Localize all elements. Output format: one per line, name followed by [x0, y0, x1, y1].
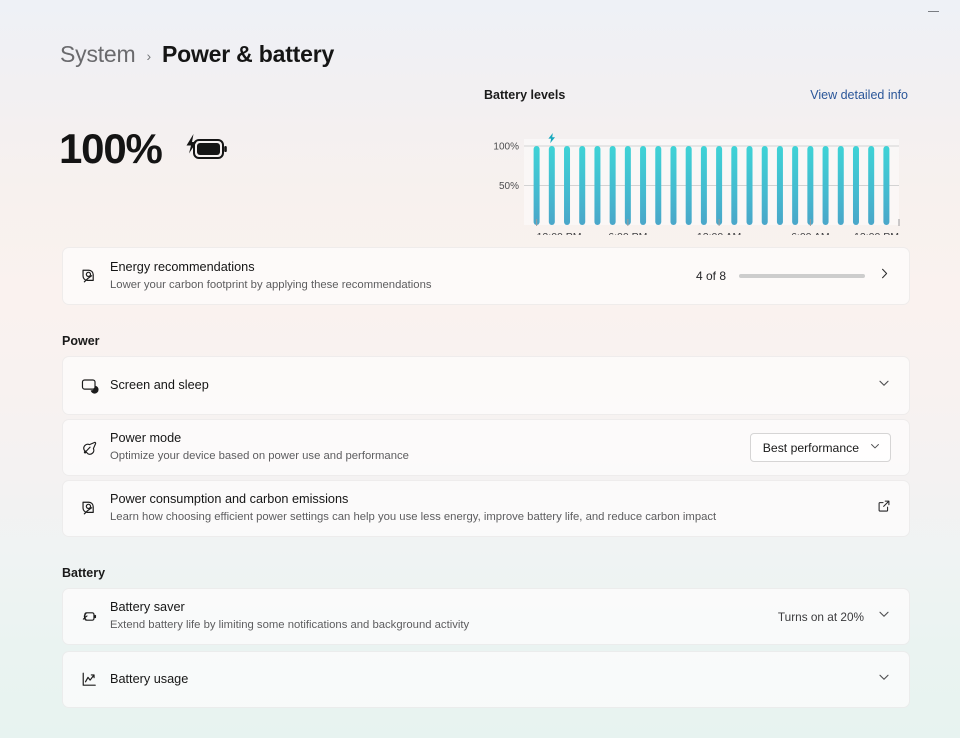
energy-recommendations-text: Energy recommendations Lower your carbon… — [110, 259, 696, 293]
energy-progress-bar — [739, 274, 865, 278]
leaf-eco-icon — [80, 267, 110, 286]
svg-text:6:00 AM: 6:00 AM — [791, 231, 830, 235]
power-mode-title: Power mode — [110, 431, 182, 446]
power-mode-dropdown[interactable]: Best performance — [749, 433, 891, 462]
svg-text:100%: 100% — [493, 142, 519, 153]
power-consumption-carbon-row[interactable]: Power consumption and carbon emissions L… — [62, 480, 910, 537]
energy-recommendations-subtitle: Lower your carbon footprint by applying … — [110, 278, 432, 291]
chevron-down-icon — [869, 440, 881, 455]
power-mode-subtitle: Optimize your device based on power use … — [110, 450, 409, 463]
chevron-down-icon[interactable] — [877, 376, 891, 395]
minimize-button[interactable] — [918, 2, 948, 20]
page-title: Power & battery — [161, 41, 335, 67]
power-mode-row[interactable]: Power mode Optimize your device based on… — [62, 419, 910, 476]
leaf-eco-icon — [80, 499, 110, 518]
chart-header: Battery levels View detailed info — [484, 88, 908, 105]
battery-usage-text: Battery usage — [110, 671, 877, 688]
power-consumption-carbon-subtitle: Learn how choosing efficient power setti… — [110, 511, 717, 524]
battery-saver-control: Turns on at 20% — [778, 607, 891, 626]
screen-and-sleep-text: Screen and sleep — [110, 377, 877, 394]
battery-saver-subtitle: Extend battery life by limiting some not… — [110, 619, 470, 632]
external-link-icon[interactable] — [877, 499, 891, 518]
svg-text:50%: 50% — [499, 181, 519, 192]
energy-progress-count: 4 of 8 — [695, 269, 726, 283]
energy-recommendations-card[interactable]: Energy recommendations Lower your carbon… — [62, 247, 910, 305]
minimize-icon — [927, 10, 939, 12]
chevron-right-icon[interactable] — [878, 267, 891, 285]
svg-text:12:00 PM: 12:00 PM — [537, 231, 582, 235]
chevron-right-icon: › — [146, 47, 151, 64]
screen-and-sleep-control — [877, 376, 891, 395]
battery-usage-chart-icon — [80, 670, 110, 689]
chevron-down-icon[interactable] — [877, 670, 891, 689]
chart-title: Battery levels — [484, 88, 566, 102]
battery-usage-control — [877, 670, 891, 689]
battery-saver-row[interactable]: Battery saver Extend battery life by lim… — [62, 588, 910, 645]
battery-percent-value: 100% — [59, 125, 163, 172]
chevron-down-icon[interactable] — [877, 607, 891, 626]
battery-saver-value: Turns on at 20% — [777, 609, 864, 624]
screen-and-sleep-row[interactable]: Screen and sleep — [62, 356, 910, 415]
battery-saver-title: Battery saver — [110, 600, 185, 615]
battery-section-label: Battery — [62, 566, 106, 580]
battery-saver-icon — [80, 607, 110, 626]
screen-sleep-icon — [80, 376, 110, 395]
svg-text:6:00 PM: 6:00 PM — [608, 231, 647, 235]
view-detailed-info-link[interactable]: View detailed info — [810, 88, 908, 102]
energy-recommendations-progress-group: 4 of 8 — [696, 267, 891, 285]
title-bar — [0, 0, 960, 22]
battery-level-hero: 100% — [59, 128, 230, 170]
power-consumption-carbon-text: Power consumption and carbon emissions L… — [110, 491, 877, 525]
svg-text:12:00 AM: 12:00 AM — [697, 231, 741, 235]
power-consumption-carbon-control — [877, 499, 891, 518]
breadcrumb: System › Power & battery — [60, 41, 334, 68]
battery-charging-full-icon — [180, 129, 230, 169]
battery-saver-text: Battery saver Extend battery life by lim… — [110, 599, 778, 633]
battery-levels-chart: Battery levels View detailed info 100% 50… — [484, 88, 908, 236]
power-mode-dropdown-value: Best performance — [762, 440, 859, 455]
battery-usage-row[interactable]: Battery usage — [62, 651, 910, 708]
power-mode-control: Best performance — [749, 433, 891, 462]
power-section-label: Power — [62, 334, 100, 348]
power-mode-text: Power mode Optimize your device based on… — [110, 430, 750, 464]
power-mode-icon — [80, 438, 110, 457]
energy-recommendations-title: Energy recommendations — [110, 259, 255, 274]
power-consumption-carbon-title: Power consumption and carbon emissions — [110, 492, 349, 507]
breadcrumb-system-link[interactable]: System — [60, 41, 136, 68]
chart-plot-area: 100% 50% 12:00 PM 6:00 PM 12:00 AM 6:00 AM 12… — [484, 113, 908, 235]
svg-text:12:00 PM: 12:00 PM — [854, 231, 899, 235]
battery-usage-title: Battery usage — [110, 671, 189, 686]
screen-and-sleep-title: Screen and sleep — [110, 377, 209, 392]
